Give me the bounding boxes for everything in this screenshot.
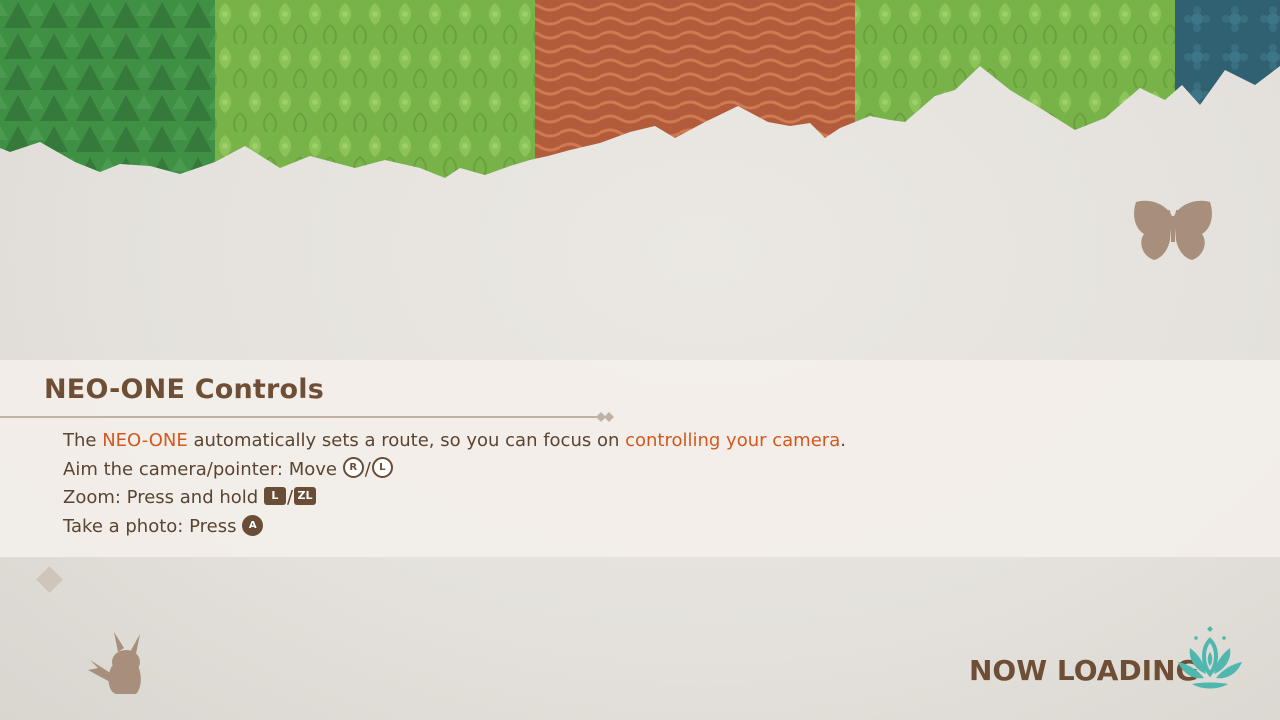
neo-one-highlight: NEO-ONE <box>102 430 188 451</box>
l-button-icon: L <box>263 487 286 506</box>
controls-instructions: The NEO-ONE automatically sets a route, … <box>63 427 846 542</box>
controls-title: NEO-ONE Controls <box>44 374 324 405</box>
title-divider <box>0 412 614 422</box>
zl-button-icon: ZL <box>294 487 317 506</box>
instruction-zoom: Zoom: Press and hold L / ZL <box>63 484 846 513</box>
a-button-icon: A <box>242 514 264 536</box>
pikachu-silhouette-icon <box>88 632 141 694</box>
instruction-aim: Aim the camera/pointer: Move R / L <box>63 456 846 485</box>
biome-banner <box>0 0 1280 178</box>
now-loading-label: NOW LOADING <box>969 654 1199 687</box>
camera-highlight: controlling your camera <box>625 430 841 451</box>
lotus-icon <box>1178 626 1242 689</box>
butterfly-silhouette-icon <box>1134 200 1212 260</box>
l-stick-icon: L <box>371 457 393 479</box>
r-stick-icon: R <box>342 457 364 479</box>
instruction-photo: Take a photo: Press A <box>63 513 846 542</box>
instruction-route: The NEO-ONE automatically sets a route, … <box>63 430 846 451</box>
